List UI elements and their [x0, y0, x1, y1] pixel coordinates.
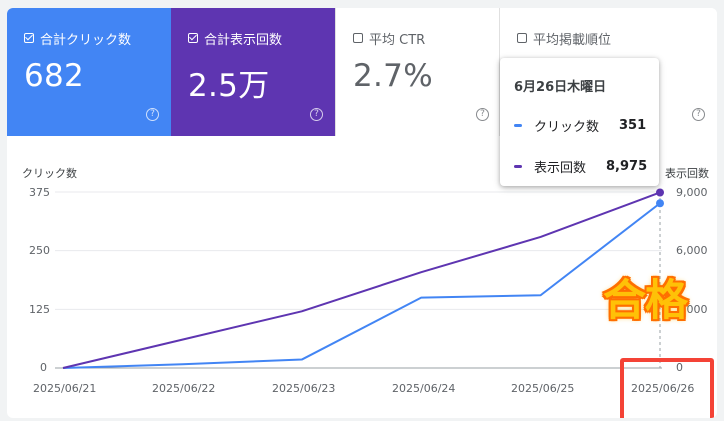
tooltip-clicks-value: 351 [619, 118, 647, 133]
tooltip-date: 6月26日木曜日 [514, 80, 607, 95]
tooltip-impressions-row: 表示回数 8,975 [514, 157, 659, 176]
tooltip-clicks-label: クリック数 [534, 120, 600, 135]
impressions-legend-icon [514, 165, 522, 168]
tooltip-impressions-value: 8,975 [606, 159, 648, 174]
impressions-series-line [62, 191, 661, 369]
highlight-box [620, 358, 714, 418]
tooltip-impressions-label: 表示回数 [534, 161, 587, 176]
hover-tooltip: 6月26日木曜日 クリック数 351 表示回数 8,975 [500, 58, 659, 186]
impressions-data-point [656, 188, 664, 197]
clicks-series-line [62, 202, 661, 369]
clicks-data-point [656, 199, 664, 208]
clicks-legend-icon [514, 124, 522, 127]
tooltip-clicks-row: クリック数 351 [514, 116, 659, 135]
performance-panel: 合計クリック数 682 ? 合計表示回数 2.5万 ? 平均 CTR 2.7% … [7, 8, 717, 418]
pass-stamp: 合格 [603, 276, 688, 326]
